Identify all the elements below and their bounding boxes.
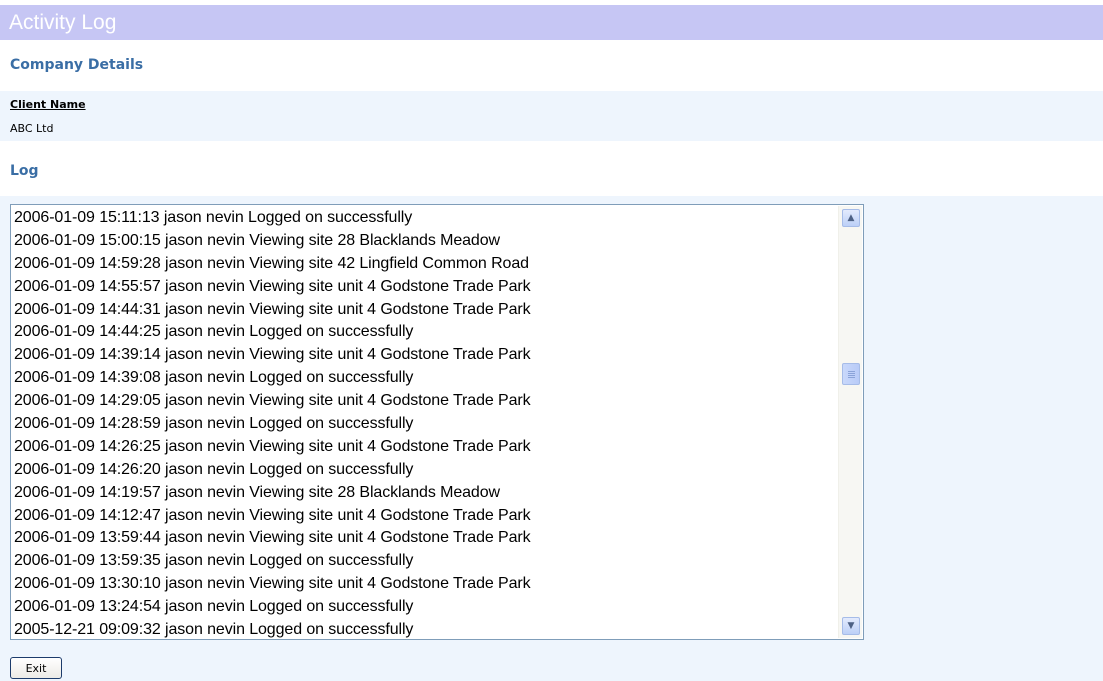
- log-entry[interactable]: 2006-01-09 14:29:05 jason nevin Viewing …: [14, 390, 834, 413]
- log-entry[interactable]: 2006-01-09 13:59:35 jason nevin Logged o…: [14, 550, 834, 573]
- log-listbox[interactable]: 2006-01-09 15:11:13 jason nevin Logged o…: [10, 204, 864, 640]
- company-details-panel: Client Name ABC Ltd: [0, 91, 1103, 141]
- thumb-grip-line: [848, 377, 855, 378]
- thumb-grip-line: [848, 373, 855, 374]
- log-entry[interactable]: 2006-01-09 13:59:44 jason nevin Viewing …: [14, 527, 834, 550]
- log-entry[interactable]: 2006-01-09 14:44:31 jason nevin Viewing …: [14, 299, 834, 322]
- log-entry[interactable]: 2006-01-09 13:24:54 jason nevin Logged o…: [14, 596, 834, 619]
- log-panel: 2006-01-09 15:11:13 jason nevin Logged o…: [0, 196, 1103, 681]
- activity-log-page: Activity Log Company Details Client Name…: [0, 0, 1103, 681]
- log-entry[interactable]: 2006-01-09 13:30:10 jason nevin Viewing …: [14, 573, 834, 596]
- thumb-grip-line: [848, 371, 855, 372]
- log-entry[interactable]: 2006-01-09 14:19:57 jason nevin Viewing …: [14, 482, 834, 505]
- company-details-heading: Company Details: [10, 57, 144, 73]
- client-name-label: Client Name: [10, 98, 86, 111]
- log-entry[interactable]: 2006-01-09 15:11:13 jason nevin Logged o…: [14, 207, 834, 230]
- log-entry[interactable]: 2006-01-09 15:00:15 jason nevin Viewing …: [14, 230, 834, 253]
- scrollbar-thumb[interactable]: [842, 363, 860, 385]
- log-entry[interactable]: 2006-01-09 14:59:28 jason nevin Viewing …: [14, 253, 834, 276]
- client-name-value: ABC Ltd: [10, 122, 54, 135]
- exit-button[interactable]: Exit: [10, 657, 62, 679]
- log-entry[interactable]: 2006-01-09 14:39:14 jason nevin Viewing …: [14, 344, 834, 367]
- thumb-grip-line: [848, 375, 855, 376]
- log-entry[interactable]: 2006-01-09 14:12:47 jason nevin Viewing …: [14, 505, 834, 528]
- log-entry[interactable]: 2005-12-21 09:09:32 jason nevin Logged o…: [14, 619, 834, 639]
- log-entry[interactable]: 2006-01-09 14:26:20 jason nevin Logged o…: [14, 459, 834, 482]
- log-heading: Log: [10, 163, 39, 179]
- log-entries: 2006-01-09 15:11:13 jason nevin Logged o…: [14, 207, 834, 639]
- page-title: Activity Log: [0, 5, 1103, 40]
- log-entry[interactable]: 2006-01-09 14:39:08 jason nevin Logged o…: [14, 367, 834, 390]
- log-entry[interactable]: 2006-01-09 14:44:25 jason nevin Logged o…: [14, 321, 834, 344]
- scroll-down-arrow-icon[interactable]: ▼: [842, 617, 860, 635]
- scroll-up-arrow-icon[interactable]: ▲: [842, 209, 860, 227]
- log-entry[interactable]: 2006-01-09 14:55:57 jason nevin Viewing …: [14, 276, 834, 299]
- log-scrollbar[interactable]: ▲ ▼: [838, 206, 862, 638]
- log-entry[interactable]: 2006-01-09 14:26:25 jason nevin Viewing …: [14, 436, 834, 459]
- log-entry[interactable]: 2006-01-09 14:28:59 jason nevin Logged o…: [14, 413, 834, 436]
